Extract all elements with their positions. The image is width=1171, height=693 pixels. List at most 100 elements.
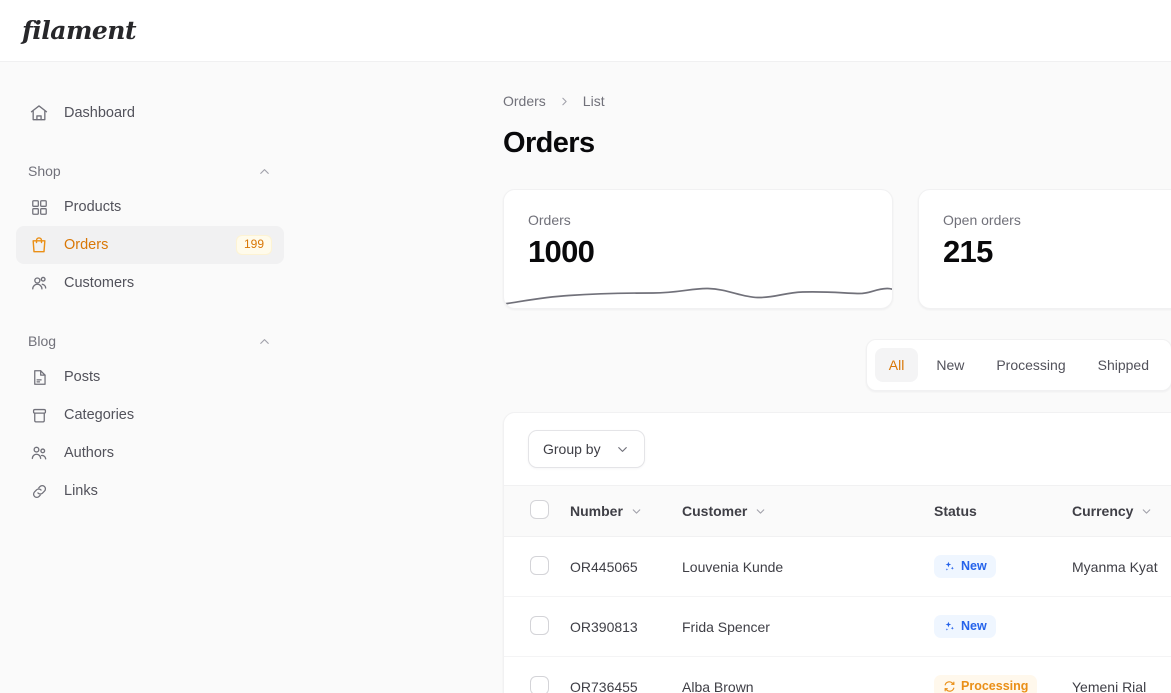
cell-number: OR445065: [570, 558, 638, 575]
cell-currency: [1072, 597, 1171, 657]
status-tabs: All New Processing Shipped: [865, 339, 1171, 391]
row-select-cell: [504, 657, 570, 693]
sidebar-orders-badge: 199: [235, 234, 272, 256]
main-content: Orders List Orders Orders 1000 Open orde…: [300, 62, 1171, 693]
chevron-down-icon: [1140, 505, 1153, 518]
cell-currency: Myanma Kyat: [1072, 558, 1158, 575]
status-badge: New: [934, 615, 996, 638]
table-row[interactable]: OR390813 Frida Spencer New: [504, 597, 1171, 657]
sidebar-item-links[interactable]: Links: [16, 472, 284, 510]
sidebar-item-label: Links: [64, 483, 98, 499]
sidebar-item-products[interactable]: Products: [16, 188, 284, 226]
table-row[interactable]: OR736455 Alba Brown Processing Yemeni Ri…: [504, 657, 1171, 693]
status-label: New: [961, 559, 987, 573]
sidebar-item-label: Categories: [64, 407, 135, 423]
arrow-path-icon: [943, 680, 956, 693]
stat-label: Orders: [528, 212, 571, 228]
status-label: New: [961, 619, 987, 633]
select-all-checkbox[interactable]: [530, 500, 549, 519]
sidebar-item-dashboard[interactable]: Dashboard: [16, 94, 284, 132]
cell-number: OR390813: [570, 618, 638, 635]
status-badge: Processing: [934, 675, 1038, 693]
shopping-bag-icon: [28, 234, 50, 256]
chevron-down-icon: [615, 442, 630, 457]
cell-customer: Louvenia Kunde: [682, 558, 784, 575]
table-head: Number Customer Status Currency: [504, 485, 1171, 537]
stat-label: Open orders: [943, 212, 1021, 228]
page-title: Orders: [503, 127, 595, 159]
breadcrumb-current: List: [582, 93, 605, 109]
column-label: Currency: [1072, 503, 1134, 519]
breadcrumb-root[interactable]: Orders: [503, 93, 546, 109]
sidebar-item-orders[interactable]: Orders 199: [16, 226, 284, 264]
topbar: filament: [0, 0, 1171, 62]
column-label: Customer: [682, 503, 748, 519]
group-by-label: Group by: [543, 441, 601, 457]
cell-customer: Alba Brown: [682, 678, 754, 693]
table-toolbar: Group by: [504, 413, 1171, 485]
tab-processing[interactable]: Processing: [982, 348, 1079, 382]
stats-row: Orders 1000 Open orders 215: [503, 189, 1171, 309]
column-header-status[interactable]: Status: [934, 486, 1072, 537]
sidebar-item-categories[interactable]: Categories: [16, 396, 284, 434]
chevron-up-icon: [257, 334, 272, 349]
chevron-down-icon: [630, 505, 643, 518]
orders-sparkline-chart: [504, 270, 892, 309]
cell-status: New: [934, 537, 1072, 597]
chevron-up-icon: [257, 164, 272, 179]
sidebar-item-label: Posts: [64, 369, 101, 385]
stat-value: 1000: [528, 234, 595, 269]
sidebar-item-label: Authors: [64, 445, 114, 461]
sidebar: Dashboard Shop Products Orders 199 Custo…: [0, 62, 300, 693]
sidebar-item-label: Products: [64, 199, 122, 215]
tabs-row: All New Processing Shipped: [503, 339, 1171, 391]
sidebar-group-blog[interactable]: Blog: [28, 324, 272, 358]
chevron-down-icon: [754, 505, 767, 518]
sparkles-icon: [943, 620, 956, 633]
sidebar-group-label: Blog: [28, 333, 57, 349]
users-icon: [28, 272, 50, 294]
chevron-right-icon: [558, 95, 571, 108]
column-header-currency[interactable]: Currency: [1072, 486, 1171, 537]
row-select-cell: [504, 537, 570, 597]
sidebar-item-posts[interactable]: Posts: [16, 358, 284, 396]
tab-all[interactable]: All: [874, 348, 919, 382]
stat-card-orders: Orders 1000: [503, 189, 893, 309]
stat-card-open-orders: Open orders 215: [918, 189, 1171, 309]
cell-status: Processing: [934, 657, 1072, 693]
stat-value: 215: [943, 234, 993, 269]
sidebar-item-customers[interactable]: Customers: [16, 264, 284, 302]
app-logo[interactable]: filament: [22, 16, 137, 45]
table-header-row: Number Customer Status Currency: [504, 485, 1171, 537]
archive-icon: [28, 404, 50, 426]
sparkles-icon: [943, 560, 956, 573]
sidebar-group-shop[interactable]: Shop: [28, 154, 272, 188]
users-icon: [28, 442, 50, 464]
cell-status: New: [934, 597, 1072, 657]
cell-currency: Yemeni Rial: [1072, 678, 1147, 693]
table-row[interactable]: OR445065 Louvenia Kunde New Myanma Kyat: [504, 537, 1171, 597]
column-header-number[interactable]: Number: [570, 486, 682, 537]
table-body: OR445065 Louvenia Kunde New Myanma Kyat …: [504, 537, 1171, 693]
row-select-cell: [504, 597, 570, 657]
document-icon: [28, 366, 50, 388]
cell-number: OR736455: [570, 678, 638, 693]
breadcrumb: Orders List: [503, 92, 1171, 110]
row-checkbox[interactable]: [530, 615, 549, 635]
sidebar-item-label: Orders: [64, 237, 109, 253]
sidebar-item-authors[interactable]: Authors: [16, 434, 284, 472]
status-badge: New: [934, 555, 996, 578]
row-checkbox[interactable]: [530, 675, 549, 693]
tab-shipped[interactable]: Shipped: [1084, 348, 1163, 382]
tab-new[interactable]: New: [922, 348, 978, 382]
column-header-customer[interactable]: Customer: [682, 486, 934, 537]
sidebar-item-label: Customers: [64, 275, 135, 291]
column-label: Number: [570, 503, 623, 519]
sidebar-group-label: Shop: [28, 163, 61, 179]
select-all-header: [504, 486, 570, 537]
link-icon: [28, 480, 50, 502]
group-by-button[interactable]: Group by: [528, 430, 645, 468]
row-checkbox[interactable]: [530, 555, 549, 575]
orders-table: Number Customer Status Currency OR445065…: [504, 485, 1171, 693]
squares-icon: [28, 196, 50, 218]
